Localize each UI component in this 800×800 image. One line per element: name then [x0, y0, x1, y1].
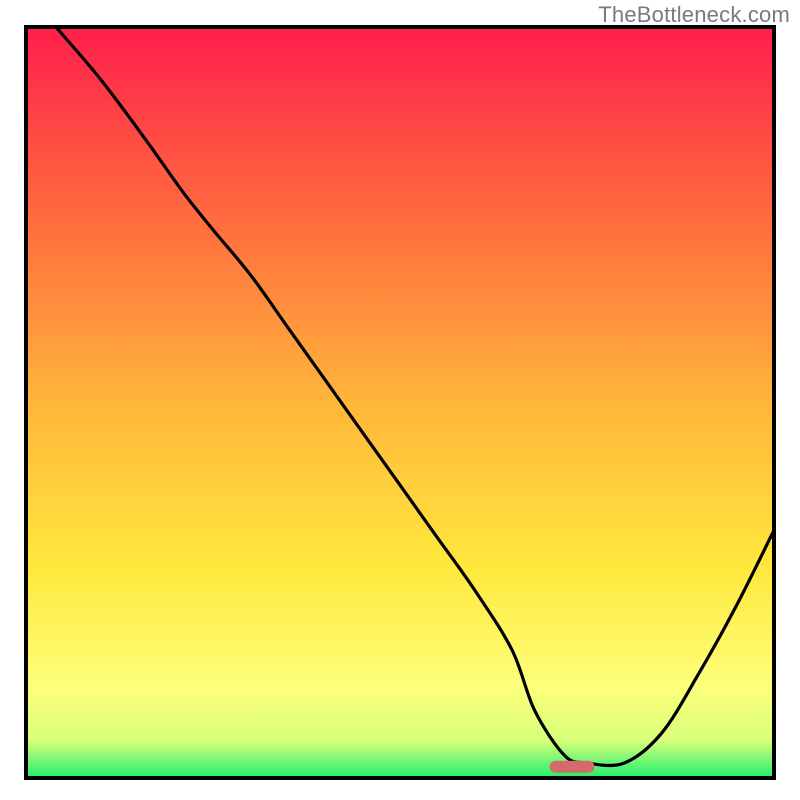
watermark-text: TheBottleneck.com: [598, 2, 790, 28]
chart-frame: { "watermark": "TheBottleneck.com", "cha…: [0, 0, 800, 800]
bottom-lobe-marker: [550, 761, 595, 773]
plot-background: [26, 27, 774, 778]
chart-svg: [0, 0, 800, 800]
